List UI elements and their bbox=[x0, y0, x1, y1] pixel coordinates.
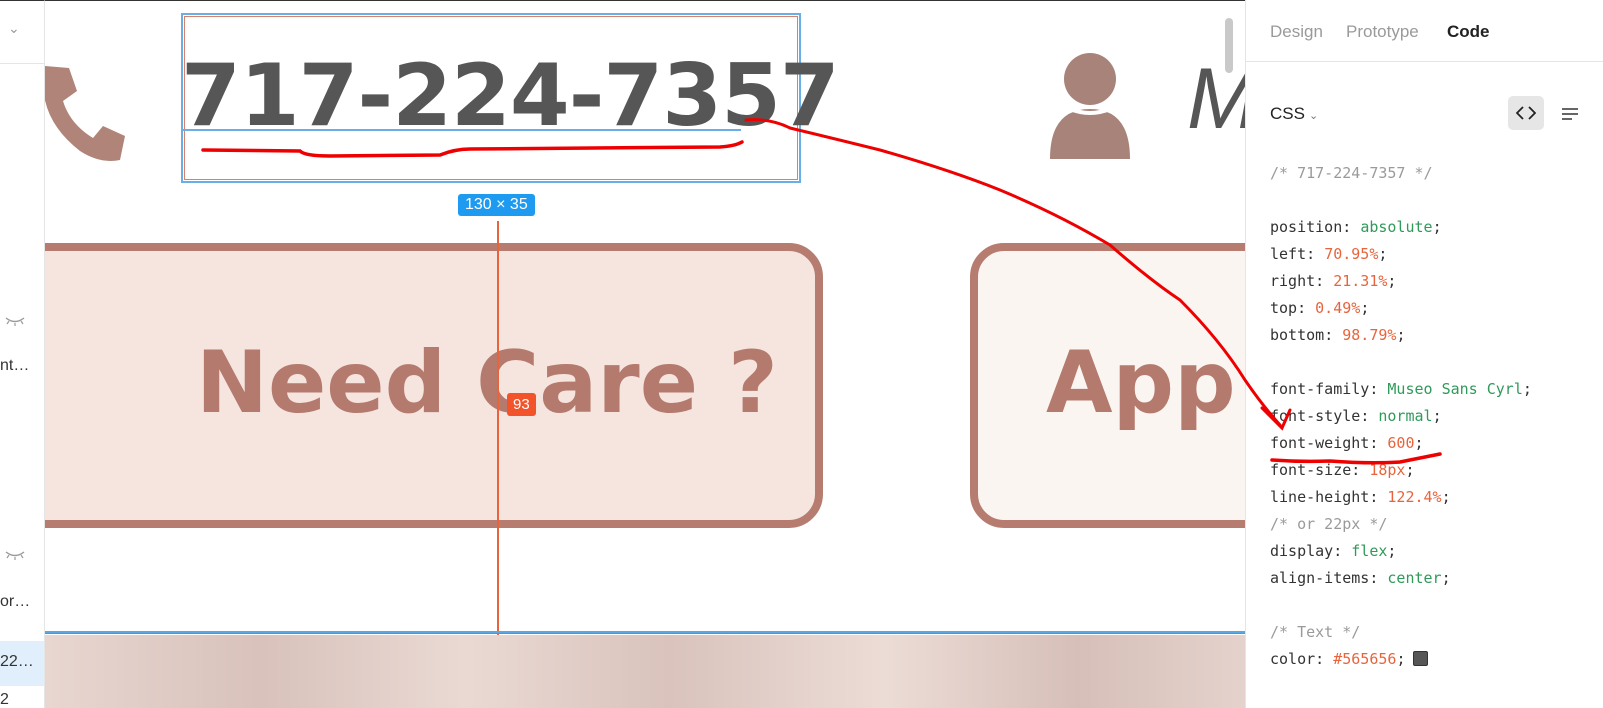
list-view-button[interactable] bbox=[1556, 100, 1584, 128]
frame-edge-guide bbox=[45, 631, 1245, 634]
size-badge: 130 × 35 bbox=[458, 194, 535, 216]
code-prop: color bbox=[1270, 650, 1316, 668]
phone-number-text[interactable]: 717-224-7357 bbox=[181, 53, 840, 139]
scrollbar-thumb[interactable] bbox=[1225, 18, 1233, 73]
code-prop: display bbox=[1270, 542, 1334, 560]
user-icon bbox=[1050, 53, 1130, 159]
phone-icon bbox=[45, 66, 125, 161]
appointment-label: App bbox=[1046, 333, 1236, 433]
code-value: #565656 bbox=[1333, 650, 1397, 668]
code-prop: bottom bbox=[1270, 326, 1325, 344]
code-prop: position bbox=[1270, 218, 1343, 236]
layers-panel: ⌄ nt… or… 22… 2 bbox=[0, 0, 45, 708]
code-value: 21.31% bbox=[1333, 272, 1388, 290]
hidden-eye-icon[interactable] bbox=[4, 549, 26, 561]
list-icon bbox=[1562, 108, 1578, 120]
chevron-down-icon: ⌄ bbox=[1308, 110, 1319, 122]
inspector-tabs: Design Prototype Code bbox=[1246, 0, 1603, 62]
inspector-panel: Design Prototype Code CSS ⌄ /* 717-224-73… bbox=[1245, 0, 1603, 708]
cropped-heading-letter: M bbox=[1187, 56, 1245, 142]
color-swatch[interactable] bbox=[1413, 651, 1429, 666]
code-value: Museo Sans Cyrl bbox=[1387, 380, 1523, 398]
code-comment: /* or 22px */ bbox=[1270, 515, 1388, 533]
measure-guide-line bbox=[497, 221, 499, 641]
layer-item-label[interactable]: 22… bbox=[0, 653, 34, 671]
code-value: normal bbox=[1378, 407, 1433, 425]
code-prop: right bbox=[1270, 272, 1316, 290]
code-prop: font-weight bbox=[1270, 434, 1370, 452]
code-value: flex bbox=[1351, 542, 1388, 560]
chevron-down-icon[interactable]: ⌄ bbox=[8, 21, 20, 37]
language-select[interactable]: CSS ⌄ bbox=[1270, 104, 1318, 124]
code-value: 18px bbox=[1369, 461, 1406, 479]
design-canvas[interactable]: 717-224-7357 130 × 35 M Need Care ? App … bbox=[45, 0, 1245, 708]
code-prop: left bbox=[1270, 245, 1307, 263]
code-comment: /* Text */ bbox=[1270, 623, 1361, 641]
code-prop: font-style bbox=[1270, 407, 1361, 425]
layer-item-label[interactable]: or… bbox=[0, 593, 30, 611]
code-value: absolute bbox=[1360, 218, 1433, 236]
text-baseline bbox=[183, 129, 741, 131]
layer-item-label[interactable]: 2 bbox=[0, 691, 9, 708]
code-prop: line-height bbox=[1270, 488, 1370, 506]
tab-code[interactable]: Code bbox=[1447, 22, 1490, 42]
code-view-button[interactable] bbox=[1508, 96, 1544, 130]
background-photo bbox=[45, 635, 1245, 708]
code-value: center bbox=[1387, 569, 1442, 587]
code-value: 98.79% bbox=[1342, 326, 1397, 344]
code-prop: font-family bbox=[1270, 380, 1370, 398]
css-code-block[interactable]: /* 717-224-7357 */ position: absolute; l… bbox=[1270, 160, 1532, 673]
code-comment: /* 717-224-7357 */ bbox=[1270, 164, 1433, 182]
code-prop: align-items bbox=[1270, 569, 1370, 587]
code-value: 122.4% bbox=[1387, 488, 1442, 506]
hidden-eye-icon[interactable] bbox=[4, 315, 26, 327]
code-prop: font-size bbox=[1270, 461, 1352, 479]
divider bbox=[0, 63, 44, 64]
distance-badge: 93 bbox=[507, 393, 536, 416]
tab-prototype[interactable]: Prototype bbox=[1346, 22, 1419, 42]
code-value: 70.95% bbox=[1324, 245, 1379, 263]
need-care-label: Need Care ? bbox=[196, 333, 778, 433]
code-brackets-icon bbox=[1516, 106, 1536, 120]
code-prop: top bbox=[1270, 299, 1298, 317]
layer-item-label[interactable]: nt… bbox=[0, 357, 29, 375]
tab-design[interactable]: Design bbox=[1270, 22, 1323, 42]
code-value: 0.49% bbox=[1315, 299, 1361, 317]
code-value: 600 bbox=[1387, 434, 1415, 452]
language-label: CSS bbox=[1270, 104, 1305, 123]
